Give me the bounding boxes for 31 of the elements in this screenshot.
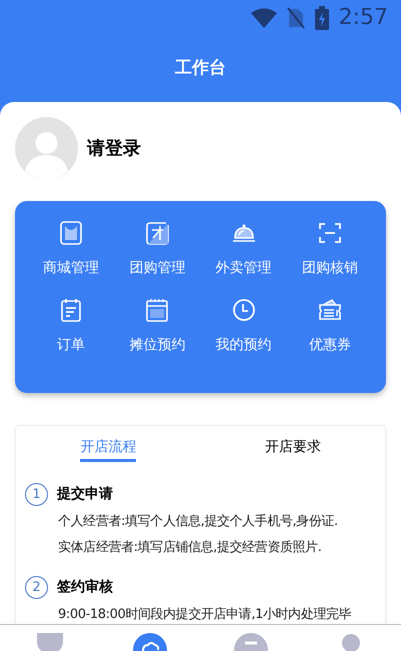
step-number: 1 <box>25 483 48 506</box>
shortcut-label[interactable]: 商城管理 <box>43 258 100 279</box>
shortcut-label[interactable]: 优惠券 <box>308 335 351 356</box>
step-description: 9:00-18:00时间段内提交开店申请,1小时内处理完毕 <box>57 606 352 624</box>
list-icon[interactable] <box>234 633 268 651</box>
no-sim-icon <box>286 6 305 28</box>
clock-time: 2:57 <box>338 4 388 32</box>
step-number: 2 <box>25 576 48 599</box>
bag-icon[interactable] <box>58 220 84 246</box>
shortcut-label[interactable]: 订单 <box>57 335 86 356</box>
shortcut-label[interactable]: 团购管理 <box>129 258 186 279</box>
login-prompt[interactable]: 请登录 <box>87 135 141 162</box>
shortcut-label[interactable]: 外卖管理 <box>216 258 272 279</box>
battery-icon <box>314 6 329 30</box>
step-description: 个人经营者:填写个人信息,提交个人手机号,身份证. <box>57 513 339 531</box>
step-title: 提交申请 <box>57 484 113 504</box>
tab[interactable]: 开店流程 <box>80 432 136 462</box>
tab[interactable]: 开店要求 <box>264 432 321 462</box>
step-title: 签约审核 <box>57 578 113 597</box>
ticket-icon[interactable] <box>316 297 343 323</box>
scan-icon[interactable] <box>316 220 343 246</box>
step-description: 实体店经营者:填写店铺信息,提交经营资质照片. <box>57 539 322 557</box>
shortcut-label[interactable]: 摊位预约 <box>129 335 186 356</box>
calendar-icon[interactable] <box>144 297 170 323</box>
shortcut-label[interactable]: 团购核销 <box>302 258 358 279</box>
shortcut-label[interactable]: 我的预约 <box>216 335 272 356</box>
page-title: 工作台 <box>175 56 226 80</box>
clock-icon[interactable] <box>230 297 257 323</box>
cloud-icon[interactable] <box>133 633 168 651</box>
wifi-icon <box>250 8 277 28</box>
edit-square-icon[interactable] <box>144 220 170 246</box>
